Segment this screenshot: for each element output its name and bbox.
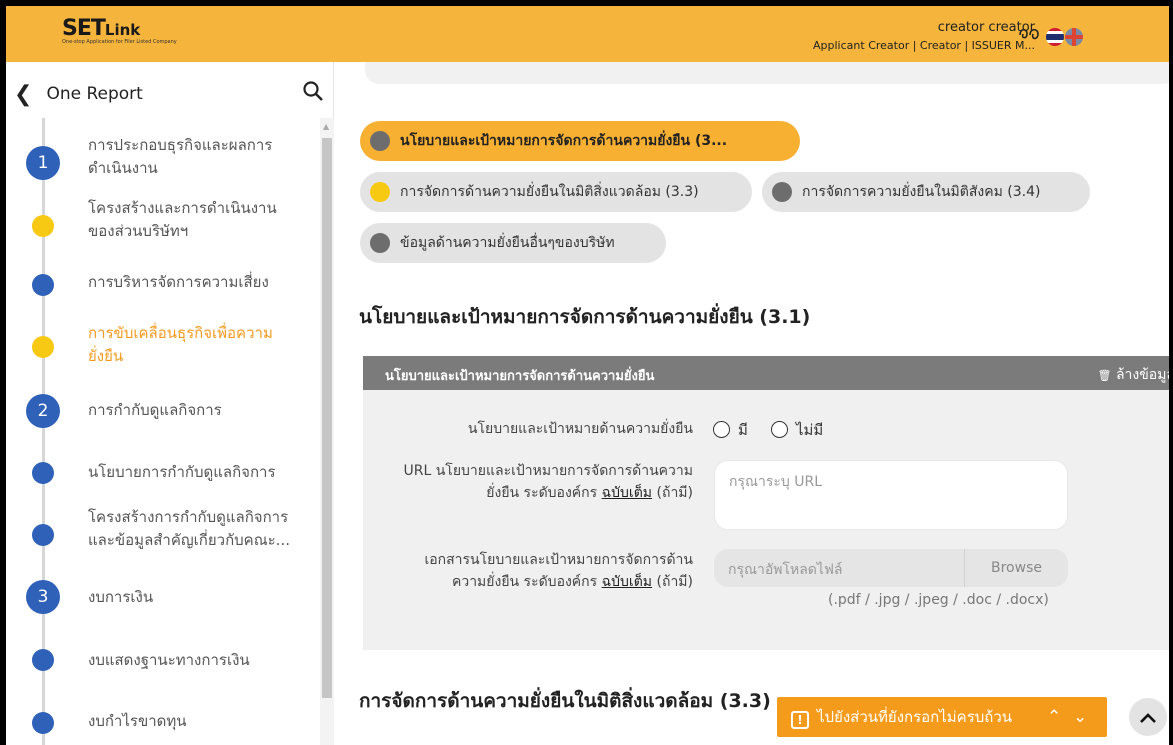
step-3-badge[interactable]: 3	[26, 580, 60, 614]
setlink-logo[interactable]: SETLink One-stop Application for Filer L…	[62, 16, 177, 45]
step-dot	[32, 215, 54, 237]
clear-data-button[interactable]: 🗑 ล้างข้อมูล	[1098, 364, 1169, 386]
back-chevron-icon[interactable]: ❮	[14, 82, 32, 107]
chip-status-dot	[772, 182, 792, 202]
step-dot	[32, 274, 54, 296]
policy-form-card: นโยบายและเป้าหมายการจัดการด้านความยั่งยื…	[363, 356, 1169, 650]
step-1-badge[interactable]: 1	[26, 146, 60, 180]
form-card-header: นโยบายและเป้าหมายการจัดการด้านความยั่งยื…	[363, 356, 1169, 390]
url-label: URL นโยบายและเป้าหมายการจัดการด้านความ ย…	[403, 463, 694, 501]
chip-status-dot	[370, 131, 390, 151]
url-input[interactable]: กรุณาระบุ URL	[714, 460, 1068, 530]
search-icon[interactable]	[302, 80, 324, 102]
step-dot	[32, 462, 54, 484]
file-upload-input[interactable]: กรุณาอัพโหลดไฟล์ Browse	[714, 549, 1068, 587]
chevron-up-icon[interactable]: ⌃	[1047, 697, 1061, 737]
chip-environment[interactable]: การจัดการด้านความยั่งยืนในมิติสิ่งแวดล้อ…	[360, 172, 752, 212]
scroll-to-top-button[interactable]	[1129, 698, 1167, 736]
sidebar-item-business-operations[interactable]: การประกอบธุรกิจและผลการ ดำเนินงาน	[88, 134, 272, 180]
sidebar-item-profit-loss[interactable]: งบกำไรขาดทุน	[88, 710, 187, 733]
sidebar-item-governance-structure[interactable]: โครงสร้างการกำกับดูแลกิจการ และข้อมูลสำค…	[88, 506, 290, 552]
sidebar-item-financial-statements[interactable]: งบการเงิน	[88, 586, 153, 609]
top-header: SETLink One-stop Application for Filer L…	[6, 6, 1169, 62]
browse-button[interactable]: Browse	[964, 549, 1068, 587]
radio-circle[interactable]	[713, 421, 730, 438]
trash-icon: 🗑	[1097, 369, 1112, 382]
file-types-note: (.pdf / .jpg / .jpeg / .doc / .docx)	[828, 592, 1049, 608]
step-dot	[32, 336, 54, 358]
section-title-policy: นโยบายและเป้าหมายการจัดการด้านความยั่งยื…	[359, 306, 811, 328]
app-window: SETLink One-stop Application for Filer L…	[6, 6, 1169, 745]
sidebar-item-company-structure[interactable]: โครงสร้างและการดำเนินงาน ของส่วนบริษัทฯ	[88, 197, 277, 243]
sidebar: ❮ One Report 1 การประกอบธุรกิจและผลการ ดำ…	[6, 62, 334, 745]
sidebar-item-sustainability[interactable]: การขับเคลื่อนธุรกิจเพื่อความ ยั่งยืน	[88, 322, 273, 368]
chip-social[interactable]: การจัดการความยั่งยืนในมิติสังคม (3.4)	[762, 172, 1090, 212]
radio-circle[interactable]	[771, 421, 788, 438]
full-version-link[interactable]: ฉบับเต็ม	[602, 574, 652, 590]
radio-yes[interactable]: มี	[713, 418, 748, 442]
step-dot	[32, 649, 54, 671]
radio-no[interactable]: ไม่มี	[771, 418, 823, 442]
chevron-down-icon[interactable]: ⌄	[1073, 697, 1087, 737]
chip-status-dot	[370, 182, 390, 202]
section-title-environment: การจัดการด้านความยั่งยืนในมิติสิ่งแวดล้อ…	[359, 690, 771, 712]
sidebar-header[interactable]: ❮ One Report	[14, 82, 143, 107]
step-2-badge[interactable]: 2	[26, 394, 60, 428]
chip-other-sustainability[interactable]: ข้อมูลด้านความยั่งยืนอื่นๆของบริษัท	[360, 223, 666, 263]
step-dot	[32, 712, 54, 734]
step-dot	[32, 524, 54, 546]
sidebar-item-financial-position[interactable]: งบแสดงฐานะทางการเงิน	[88, 649, 250, 672]
chip-status-dot	[370, 233, 390, 253]
document-label: เอกสารนโยบายและเป้าหมายการจัดการด้าน ควา…	[424, 552, 693, 590]
logo-tagline: One-stop Application for Filer Listed Co…	[62, 39, 177, 45]
accessibility-icon[interactable]	[1017, 24, 1041, 51]
scroll-up-arrow-icon[interactable]: ▲	[323, 122, 329, 131]
sidebar-title: One Report	[46, 84, 143, 104]
scrollbar-thumb[interactable]	[322, 138, 332, 698]
sidebar-scrollbar[interactable]: ▲	[320, 118, 334, 745]
uk-flag-icon[interactable]	[1065, 28, 1083, 46]
main-content: นโยบายและเป้าหมายการจัดการด้านความยั่งยื…	[335, 62, 1169, 745]
sidebar-item-risk-management[interactable]: การบริหารจัดการความเสี่ยง	[88, 271, 269, 294]
thai-flag-icon[interactable]	[1046, 28, 1064, 46]
policy-label: นโยบายและเป้าหมายด้านความยั่งยืน	[467, 421, 693, 437]
chip-policy-goals[interactable]: นโยบายและเป้าหมายการจัดการด้านความยั่งยื…	[360, 121, 800, 161]
go-to-incomplete-bar[interactable]: ! ไปยังส่วนที่ยังกรอกไม่ครบถ้วน ⌃ ⌄	[777, 697, 1107, 737]
user-roles[interactable]: Applicant Creator | Creator | ISSUER M..…	[813, 39, 1035, 52]
previous-section-card	[365, 62, 1169, 84]
full-version-link[interactable]: ฉบับเต็ม	[602, 485, 652, 501]
sidebar-item-governance-policy[interactable]: นโยบายการกำกับดูแลกิจการ	[88, 461, 276, 484]
warning-icon: !	[791, 711, 809, 729]
sidebar-item-corporate-governance[interactable]: การกำกับดูแลกิจการ	[88, 399, 222, 422]
